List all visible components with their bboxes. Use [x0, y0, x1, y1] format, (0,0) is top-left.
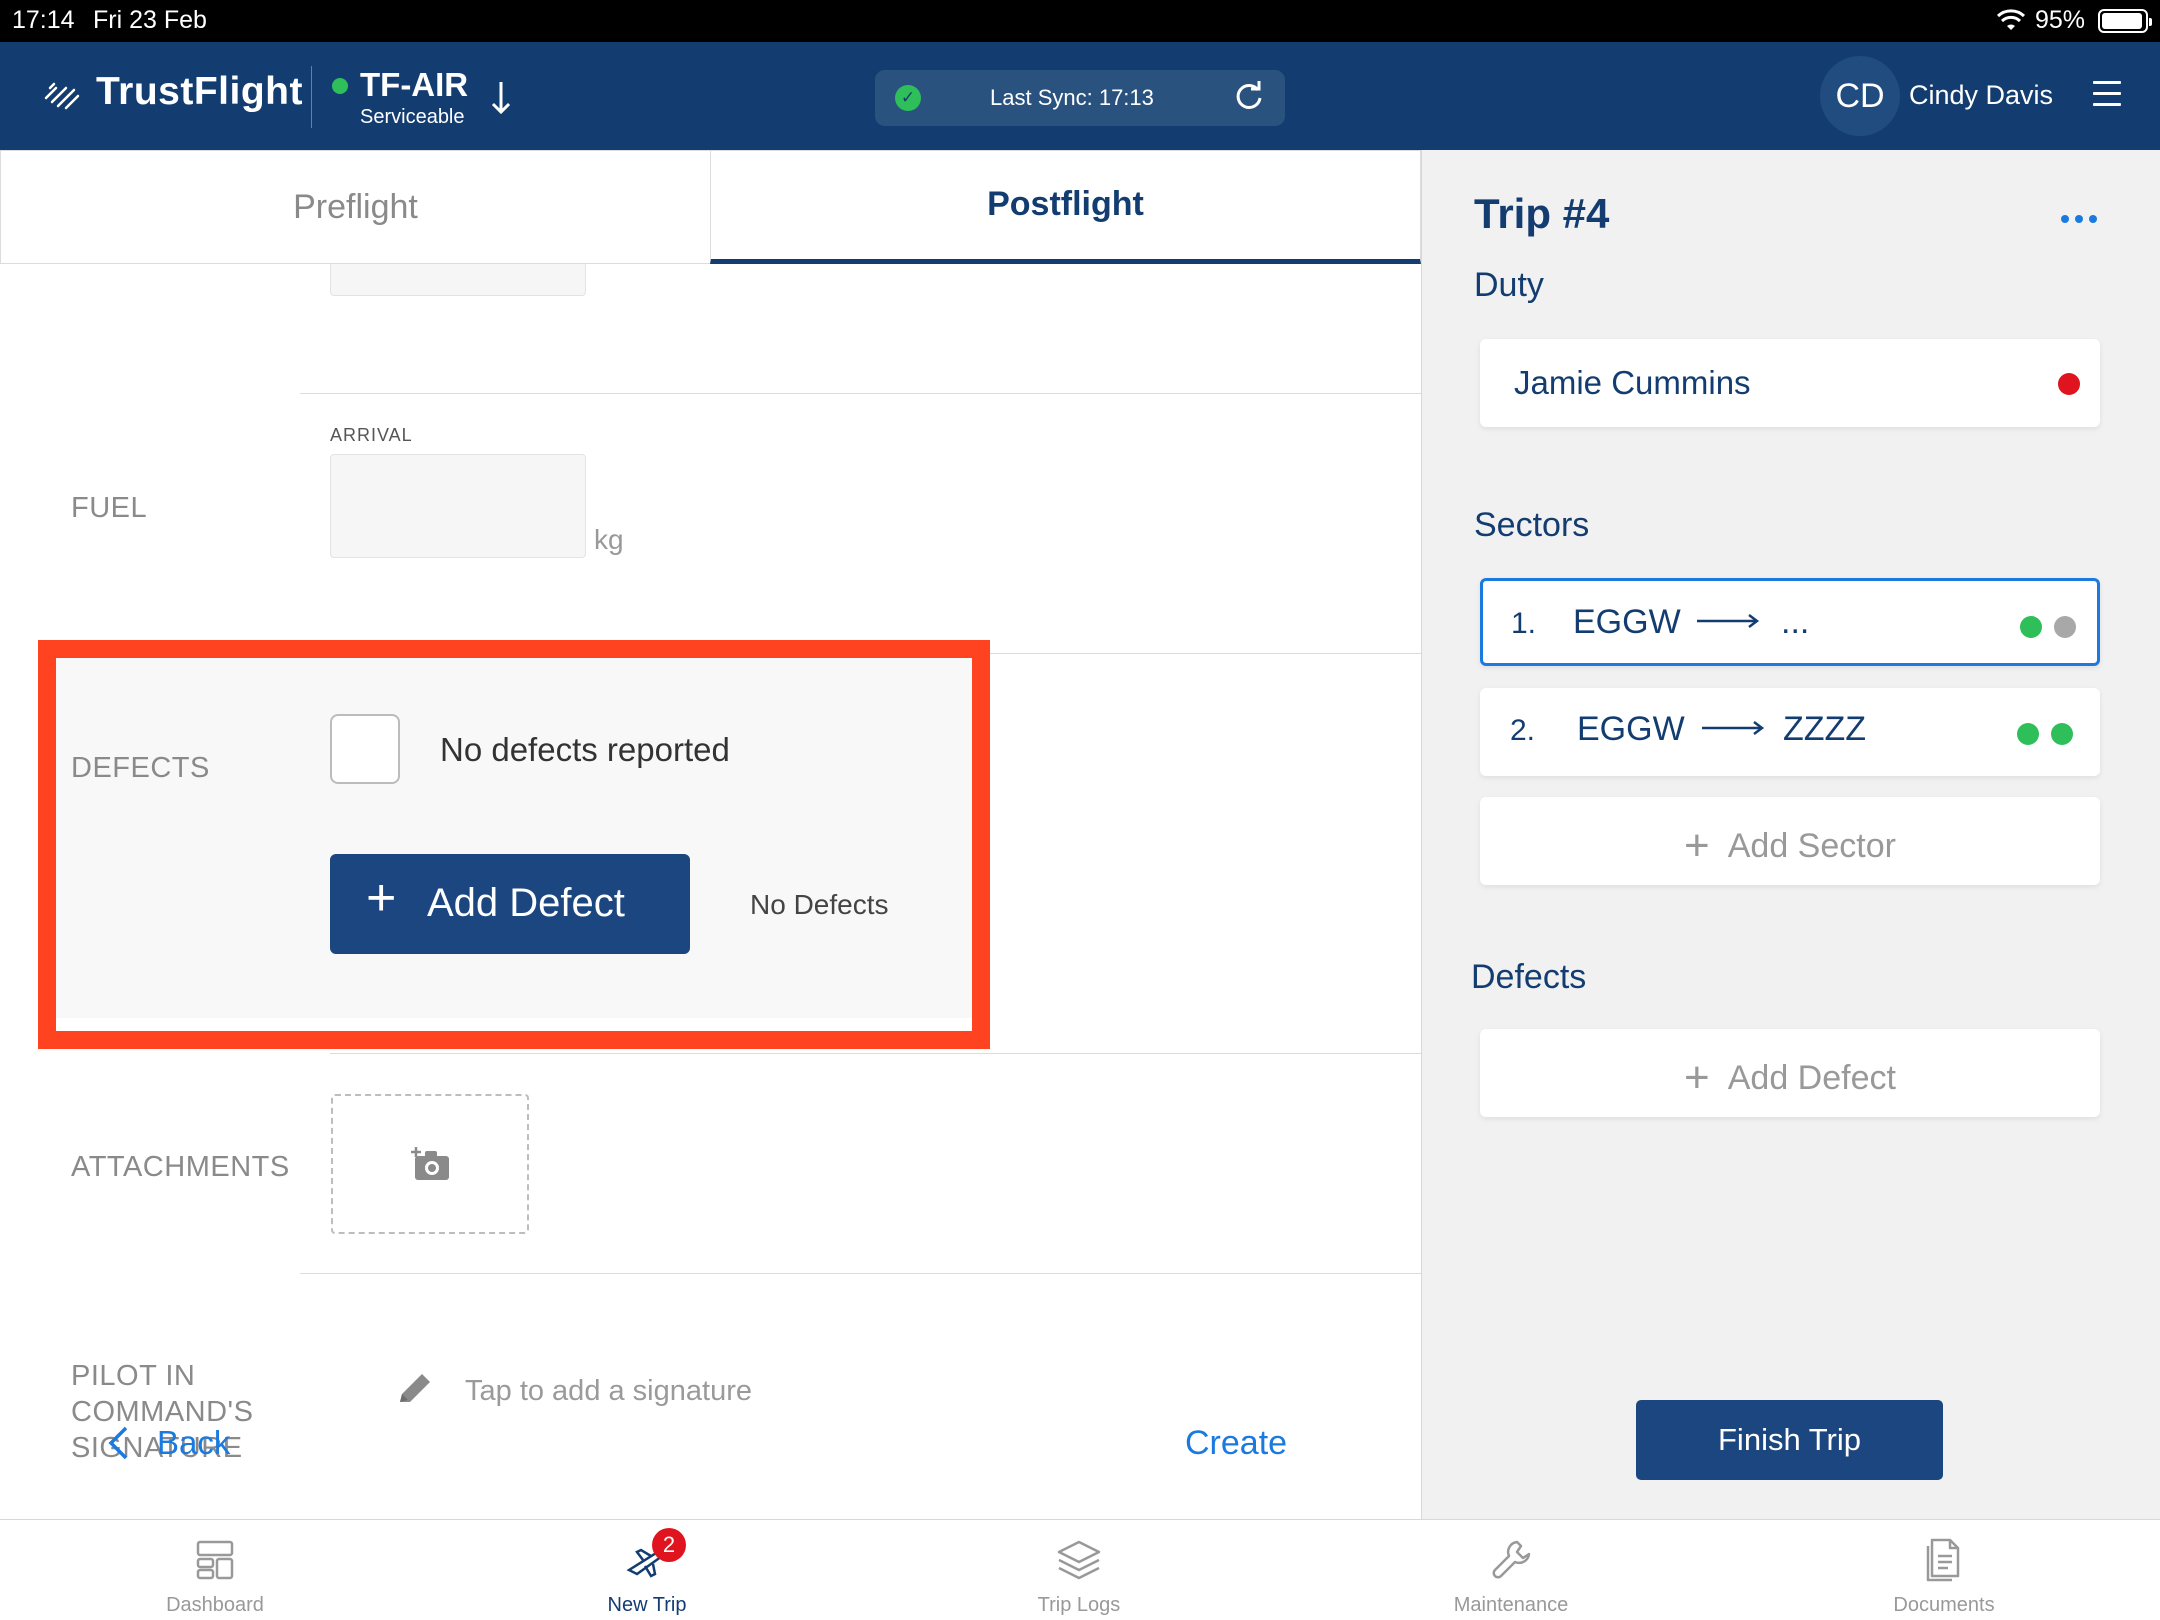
- trustflight-logo-icon: [44, 82, 80, 110]
- tab-documents[interactable]: Documents: [1794, 1520, 2094, 1620]
- tab-label: New Trip: [607, 1594, 687, 1616]
- maintenance-icon: [1492, 1540, 1531, 1579]
- sector-destination: ...: [1781, 603, 1810, 641]
- bottom-tab-bar: Dashboard 2 New Trip Trip Logs Maintenan…: [0, 1519, 2160, 1620]
- app-header: TrustFlight TF-AIR Serviceable ✓ Last Sy…: [0, 42, 2160, 150]
- sector-number: 2.: [1510, 714, 1536, 747]
- create-button[interactable]: Create: [1185, 1424, 1287, 1463]
- finish-trip-button[interactable]: Finish Trip: [1636, 1400, 1943, 1480]
- aircraft-status-dot: [332, 78, 348, 94]
- new-trip-badge: 2: [652, 1528, 686, 1562]
- panel-defects-title: Defects: [1471, 958, 1587, 996]
- sync-status-pill[interactable]: ✓ Last Sync: 17:13: [875, 70, 1285, 126]
- user-name[interactable]: Cindy Davis: [1909, 80, 2053, 111]
- arrow-right-icon: [1702, 721, 1765, 735]
- tab-trip-logs[interactable]: Trip Logs: [929, 1520, 1229, 1620]
- sector-card-2[interactable]: 2. EGGW ZZZZ: [1480, 688, 2100, 776]
- sector-origin: EGGW: [1577, 710, 1685, 748]
- dashboard-icon: [196, 1540, 234, 1580]
- tab-postflight[interactable]: Postflight: [710, 150, 1421, 264]
- tab-label: Trip Logs: [1037, 1594, 1121, 1616]
- add-photo-icon: [411, 1147, 449, 1180]
- status-bar: 17:14 Fri 23 Feb 95%: [0, 0, 2160, 42]
- tab-preflight[interactable]: Preflight: [0, 150, 711, 264]
- sectors-title: Sectors: [1474, 506, 1590, 544]
- arrow-right-icon: [1697, 614, 1760, 628]
- add-sector-button[interactable]: + Add Sector: [1480, 797, 2100, 885]
- signature-placeholder[interactable]: Tap to add a signature: [465, 1375, 752, 1408]
- signature-label-line: PILOT IN: [71, 1360, 196, 1392]
- aircraft-status: Serviceable: [360, 106, 465, 128]
- fuel-arrival-label: ARRIVAL: [330, 425, 413, 445]
- trip-logs-icon: [1057, 1540, 1101, 1580]
- sector-card-1[interactable]: 1. EGGW ...: [1480, 578, 2100, 666]
- documents-icon: [1926, 1538, 1960, 1582]
- tab-maintenance[interactable]: Maintenance: [1361, 1520, 1661, 1620]
- tab-label: Dashboard: [166, 1594, 264, 1616]
- sector-number: 1.: [1511, 607, 1537, 640]
- panel-add-defect-button[interactable]: + Add Defect: [1480, 1029, 2100, 1117]
- back-button[interactable]: Back: [157, 1424, 230, 1462]
- duty-crew-name: Jamie Cummins: [1514, 364, 1751, 401]
- plus-icon: +: [1684, 1053, 1710, 1102]
- aircraft-registration[interactable]: TF-AIR: [360, 66, 468, 104]
- battery-percent: 95%: [2035, 6, 2086, 34]
- last-sync-text: Last Sync: 17:13: [990, 85, 1154, 110]
- pencil-icon[interactable]: [396, 1372, 434, 1408]
- header-divider: [311, 66, 312, 128]
- duty-title: Duty: [1474, 266, 1544, 304]
- refresh-icon[interactable]: [1231, 78, 1267, 114]
- chevron-left-icon[interactable]: [106, 1425, 130, 1461]
- attachments-label: ATTACHMENTS: [71, 1151, 290, 1183]
- battery-icon: [2098, 9, 2152, 33]
- status-date: Fri 23 Feb: [93, 6, 207, 34]
- panel-add-defect-label: Add Defect: [1727, 1059, 1896, 1097]
- duty-card[interactable]: Jamie Cummins: [1480, 339, 2100, 427]
- sync-ok-icon: ✓: [895, 85, 921, 111]
- wifi-icon: [1996, 9, 2026, 30]
- plus-icon: +: [1684, 821, 1710, 870]
- status-time: 17:14: [12, 6, 75, 34]
- trip-title: Trip #4: [1474, 190, 1610, 237]
- fuel-arrival-input[interactable]: [330, 454, 586, 558]
- fuel-unit: kg: [594, 524, 624, 555]
- sector-destination: ZZZZ: [1783, 710, 1867, 748]
- row-divider: [990, 653, 1421, 654]
- hamburger-menu-icon[interactable]: [2093, 81, 2121, 109]
- more-options-icon[interactable]: [2061, 210, 2103, 228]
- sector-status-dot: [2051, 723, 2073, 745]
- add-attachment-button[interactable]: [331, 1094, 529, 1234]
- sector-origin: EGGW: [1573, 603, 1681, 641]
- sector-status-dot: [2020, 616, 2042, 638]
- duty-status-dot: [2058, 373, 2080, 395]
- tab-dashboard[interactable]: Dashboard: [65, 1520, 365, 1620]
- brand-name: TrustFlight: [96, 70, 303, 113]
- sector-status-dot: [2054, 616, 2076, 638]
- avatar[interactable]: CD: [1820, 56, 1900, 136]
- fuel-label: FUEL: [71, 492, 148, 524]
- row-divider: [330, 1053, 1421, 1054]
- row-divider: [300, 1273, 1421, 1274]
- tab-new-trip[interactable]: 2 New Trip: [497, 1520, 797, 1620]
- previous-field-input[interactable]: [330, 264, 586, 296]
- tab-label: Documents: [1893, 1594, 1995, 1616]
- highlight-box: [38, 640, 990, 1049]
- sector-status-dot: [2017, 723, 2039, 745]
- tab-label: Maintenance: [1453, 1594, 1569, 1616]
- arrow-down-icon[interactable]: [486, 78, 516, 118]
- row-divider: [300, 393, 1421, 394]
- add-sector-label: Add Sector: [1727, 827, 1896, 865]
